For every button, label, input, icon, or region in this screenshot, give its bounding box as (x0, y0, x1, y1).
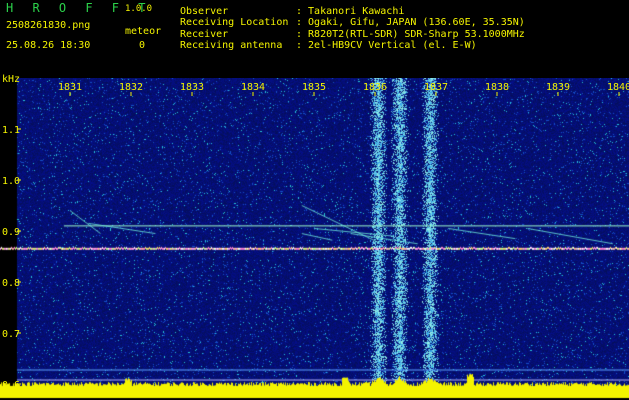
x-tick-label: 1832 (119, 82, 143, 93)
x-tick-label: 1836 (363, 82, 387, 93)
y-tick-label: 0.9 (2, 227, 20, 238)
y-unit-label: kHz (2, 74, 20, 85)
spectrogram-overlay: kHz 1831 1832 1833 1834 1835 1836 1837 1838 1839… (2, 74, 629, 391)
x-tick-label: 1840 (607, 82, 629, 93)
x-tick-label: 1839 (546, 82, 570, 93)
y-tick-label: 1.1 (2, 125, 20, 136)
x-tick-label: 1834 (241, 82, 265, 93)
y-tick-label: 0.6 (2, 380, 20, 391)
x-tick-label: 1833 (180, 82, 204, 93)
x-tick-label: 1838 (485, 82, 509, 93)
y-tick-label: 0.7 (2, 329, 20, 340)
x-tick-label: 1831 (58, 82, 82, 93)
x-tick-label: 1835 (302, 82, 326, 93)
y-tick-label: 1.0 (2, 176, 20, 187)
x-tick-label: 1837 (424, 82, 448, 93)
y-tick-label: 0.8 (2, 278, 20, 289)
